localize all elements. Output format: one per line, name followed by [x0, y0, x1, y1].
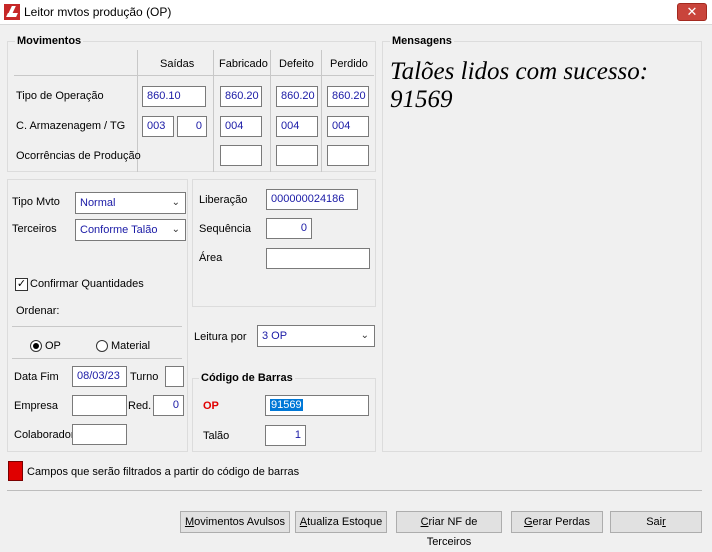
- tipo-operacao-perdido-field[interactable]: 860.20: [327, 86, 369, 107]
- filter-legend-swatch: [8, 461, 23, 481]
- empresa-field[interactable]: [72, 395, 127, 416]
- armazenagem-defeito-field[interactable]: 004: [276, 116, 318, 137]
- armazenagem-label: C. Armazenagem / TG: [16, 120, 126, 132]
- header-divider: [14, 75, 374, 76]
- tg-saidas-field[interactable]: 0: [177, 116, 207, 137]
- col-header-saidas: Saídas: [160, 58, 195, 70]
- radio-material-label: Material: [111, 340, 151, 352]
- filter-legend-text: Campos que serão filtrados a partir do c…: [27, 466, 300, 478]
- ocorrencias-perdido-field[interactable]: [327, 145, 369, 166]
- barcode-talao-field[interactable]: 1: [265, 425, 306, 446]
- terceiros-value: Conforme Talão: [80, 224, 158, 236]
- colaborador-field[interactable]: [72, 424, 127, 445]
- sair-button[interactable]: Sair: [610, 511, 702, 533]
- liberacao-label: Liberação: [199, 194, 248, 206]
- criar-nf-terceiros-button[interactable]: Criar NF de Terceiros: [396, 511, 502, 548]
- colaborador-label: Colaborador: [14, 429, 75, 441]
- confirmar-quantidades-checkbox[interactable]: ✓: [15, 278, 28, 291]
- col-divider: [213, 50, 214, 172]
- empresa-label: Empresa: [14, 400, 59, 412]
- confirmar-quantidades-label: Confirmar Quantidades: [30, 278, 144, 290]
- button-mnemonic: r: [662, 516, 666, 528]
- movimentos-title: Movimentos: [15, 35, 84, 47]
- tipo-operacao-saidas-field[interactable]: 860.10: [142, 86, 206, 107]
- close-button[interactable]: ✕: [677, 3, 707, 21]
- liberacao-field[interactable]: 000000024186: [266, 189, 358, 210]
- button-label: erar Perdas: [532, 516, 591, 528]
- leitura-por-label: Leitura por: [194, 331, 247, 343]
- codigo-barras-title: Código de Barras: [199, 372, 295, 384]
- col-header-fabricado: Fabricado: [219, 58, 268, 70]
- ocorrencias-label: Ocorrências de Produção: [16, 150, 141, 162]
- armazenagem-fabricado-field[interactable]: 004: [220, 116, 262, 137]
- window-title: Leitor mvtos produção (OP): [24, 5, 172, 19]
- col-divider: [321, 50, 322, 172]
- barcode-talao-label: Talão: [203, 430, 230, 442]
- sequencia-field[interactable]: 0: [266, 218, 312, 239]
- ordenar-label: Ordenar:: [16, 305, 60, 317]
- button-label: ovimentos Avulsos: [194, 516, 286, 528]
- ocorrencias-fabricado-field[interactable]: [220, 145, 262, 166]
- turno-label: Turno: [130, 371, 159, 383]
- chevron-down-icon: ⌄: [171, 224, 180, 235]
- sequencia-label: Sequência: [199, 223, 251, 235]
- footer-divider: [7, 490, 702, 491]
- radio-op-label: OP: [45, 340, 61, 352]
- button-mnemonic: M: [184, 516, 195, 528]
- turno-field[interactable]: [165, 366, 184, 387]
- button-label: Sai: [646, 516, 663, 528]
- ordenar-divider: [12, 326, 182, 327]
- terceiros-label: Terceiros: [12, 223, 57, 235]
- button-mnemonic: C: [420, 516, 429, 528]
- red-field[interactable]: 0: [153, 395, 184, 416]
- message-line-1: Talões lidos com sucesso:: [390, 58, 649, 85]
- radio-material[interactable]: [96, 340, 108, 352]
- terceiros-select[interactable]: Conforme Talão ⌄: [75, 219, 186, 241]
- armazenagem-perdido-field[interactable]: 004: [327, 116, 369, 137]
- barcode-op-value: 91569: [270, 399, 303, 411]
- tipo-mvto-label: Tipo Mvto: [12, 196, 60, 208]
- chevron-down-icon: ⌄: [171, 197, 180, 208]
- leitura-por-value: 3 OP: [262, 330, 288, 342]
- col-header-perdido: Perdido: [330, 58, 368, 70]
- app-icon: [4, 4, 20, 20]
- red-label: Red.: [128, 400, 152, 412]
- col-divider: [270, 50, 271, 172]
- tipo-mvto-value: Normal: [80, 197, 116, 209]
- data-fim-field[interactable]: 08/03/23: [72, 366, 127, 387]
- tipo-operacao-defeito-field[interactable]: 860.20: [276, 86, 318, 107]
- button-mnemonic: A: [299, 516, 308, 528]
- data-fim-label: Data Fim: [14, 371, 59, 383]
- area-label: Área: [199, 252, 223, 264]
- armazenagem-saidas-field[interactable]: 003: [142, 116, 174, 137]
- gerar-perdas-button[interactable]: Gerar Perdas: [511, 511, 603, 533]
- button-label: riar NF de Terceiros: [426, 516, 478, 548]
- barcode-op-label: OP: [203, 400, 219, 412]
- radio-op[interactable]: [30, 340, 42, 352]
- ocorrencias-defeito-field[interactable]: [276, 145, 318, 166]
- barcode-op-field[interactable]: 91569: [265, 395, 369, 416]
- date-divider: [12, 358, 182, 359]
- area-field[interactable]: [266, 248, 370, 269]
- movimentos-avulsos-button[interactable]: Movimentos Avulsos: [180, 511, 290, 533]
- chevron-down-icon: ⌄: [360, 330, 369, 341]
- atualiza-estoque-button[interactable]: Atualiza Estoque: [295, 511, 387, 533]
- leitura-por-select[interactable]: 3 OP ⌄: [257, 325, 375, 347]
- button-mnemonic: G: [523, 516, 533, 528]
- tipo-operacao-fabricado-field[interactable]: 860.20: [220, 86, 262, 107]
- mensagens-title: Mensagens: [390, 35, 454, 47]
- button-label: tualiza Estoque: [307, 516, 383, 528]
- tipo-operacao-label: Tipo de Operação: [16, 90, 104, 102]
- title-bar: Leitor mvtos produção (OP) ✕: [0, 0, 712, 25]
- message-line-2: 91569: [390, 86, 453, 113]
- col-header-defeito: Defeito: [279, 58, 314, 70]
- tipo-mvto-select[interactable]: Normal ⌄: [75, 192, 186, 214]
